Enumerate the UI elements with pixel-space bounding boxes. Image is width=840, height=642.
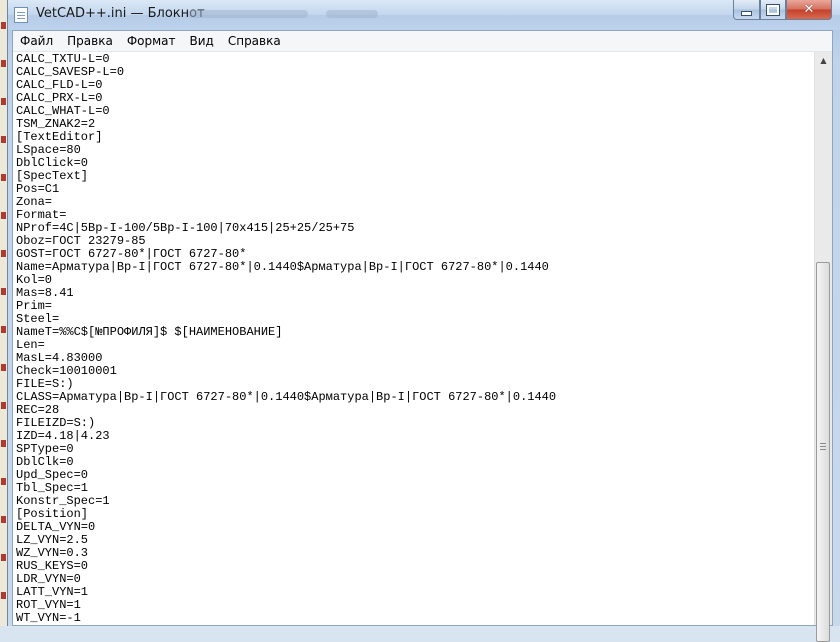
menu-help[interactable]: Справка [221, 31, 288, 51]
edge-marker [1, 364, 6, 371]
arrow-up-icon: ▲ [820, 56, 827, 65]
text-line[interactable]: Mas=8.41 [16, 287, 815, 300]
blurred-background-text [326, 10, 378, 18]
text-line[interactable]: [SpecText] [16, 170, 815, 183]
menu-format[interactable]: Формат [120, 31, 183, 51]
text-line[interactable]: LZ_VYN=2.5 [16, 534, 815, 547]
text-line[interactable]: LSpace=80 [16, 144, 815, 157]
edge-marker [1, 478, 6, 485]
text-line[interactable]: Konstr_Spec=1 [16, 495, 815, 508]
text-line[interactable]: DblClk=0 [16, 456, 815, 469]
menu-file[interactable]: Файл [13, 31, 60, 51]
text-line[interactable]: LDR_VYN=0 [16, 573, 815, 586]
edge-marker [1, 326, 6, 333]
text-line[interactable]: DblClick=0 [16, 157, 815, 170]
text-line[interactable]: Tbl_Spec=1 [16, 482, 815, 495]
text-line[interactable]: CLASS=Арматура|Bp-I|ГОСТ 6727-80*|0.1440… [16, 391, 815, 404]
text-editor[interactable]: CALC_TXTU-L=0 CALC_SAVESP-L=0 CALC_FLD-L=0… [13, 52, 815, 625]
edge-marker [1, 98, 6, 105]
scroll-up-button[interactable]: ▲ [815, 52, 832, 69]
text-line[interactable]: WZ_VYN=0.3 [16, 547, 815, 560]
text-line[interactable]: Check=10010001 [16, 365, 815, 378]
text-line[interactable]: [Position] [16, 508, 815, 521]
editor-content[interactable]: CALC_TXTU-L=0 CALC_SAVESP-L=0 CALC_FLD-L=0… [13, 52, 815, 625]
menu-bar: Файл Правка Формат Вид Справка [13, 31, 832, 52]
text-line[interactable]: SPType=0 [16, 443, 815, 456]
edge-marker [1, 440, 6, 447]
edge-marker [1, 22, 6, 29]
text-line[interactable]: Pos=C1 [16, 183, 815, 196]
text-line[interactable]: NameT=%%C$[№ПРОФИЛЯ]$ $[НАИМЕНОВАНИЕ] [16, 326, 815, 339]
edge-marker [1, 136, 6, 143]
edge-marker [1, 212, 6, 219]
edge-marker [1, 592, 6, 599]
edge-marker [1, 288, 6, 295]
text-line[interactable]: RUS_KEYS=0 [16, 560, 815, 573]
maximize-icon [766, 3, 780, 16]
title-bar[interactable]: VetCAD++.ini — Блокнот ✕ [8, 0, 840, 30]
edge-marker [1, 554, 6, 561]
menu-view[interactable]: Вид [183, 31, 221, 51]
edge-marker [1, 516, 6, 523]
text-line[interactable]: Name=Арматура|Bp-I|ГОСТ 6727-80*|0.1440$… [16, 261, 815, 274]
minimize-button[interactable] [733, 0, 760, 20]
grip-icon [820, 443, 826, 450]
edge-marker [1, 402, 6, 409]
minimize-icon [741, 10, 752, 16]
text-line[interactable]: CALC_FLD-L=0 [16, 79, 815, 92]
edge-marker [1, 60, 6, 67]
close-icon: ✕ [803, 2, 815, 17]
close-button[interactable]: ✕ [786, 0, 832, 20]
text-line[interactable]: FILEIZD=S:) [16, 417, 815, 430]
text-line[interactable]: MasL=4.83000 [16, 352, 815, 365]
edge-marker [1, 250, 6, 257]
text-line[interactable]: ROT_VYN=1 [16, 599, 815, 612]
text-line[interactable]: Zona= [16, 196, 815, 209]
blurred-background-text [188, 10, 308, 18]
notepad-window: VetCAD++.ini — Блокнот ✕ Файл Правка Фор… [7, 0, 840, 642]
scrollbar-thumb[interactable] [816, 262, 830, 642]
text-line[interactable]: WT_VYN=-1 [16, 612, 815, 625]
text-line[interactable]: Prim= [16, 300, 815, 313]
text-line[interactable]: CALC_WHAT-L=0 [16, 105, 815, 118]
window-title: VetCAD++.ini — Блокнот [36, 6, 205, 21]
text-line[interactable]: CALC_TXTU-L=0 [16, 53, 815, 66]
text-line[interactable]: LATT_VYN=1 [16, 586, 815, 599]
menu-edit[interactable]: Правка [60, 31, 120, 51]
notepad-icon[interactable] [14, 7, 28, 23]
text-line[interactable]: CALC_PRX-L=0 [16, 92, 815, 105]
text-line[interactable]: CALC_SAVESP-L=0 [16, 66, 815, 79]
edge-marker [1, 174, 6, 181]
text-line[interactable]: Upd_Spec=0 [16, 469, 815, 482]
text-line[interactable]: Kol=0 [16, 274, 815, 287]
client-area: Файл Правка Формат Вид Справка CALC_TXTU… [12, 30, 833, 642]
text-line[interactable]: [TextEditor] [16, 131, 815, 144]
vertical-scrollbar[interactable]: ▲ [814, 52, 832, 642]
text-line[interactable]: REC=28 [16, 404, 815, 417]
maximize-button[interactable] [760, 0, 786, 20]
text-line[interactable]: Len= [16, 339, 815, 352]
text-line[interactable]: IZD=4.18|4.23 [16, 430, 815, 443]
text-line[interactable]: DELTA_VYN=0 [16, 521, 815, 534]
text-line[interactable]: TSM_ZNAK2=2 [16, 118, 815, 131]
